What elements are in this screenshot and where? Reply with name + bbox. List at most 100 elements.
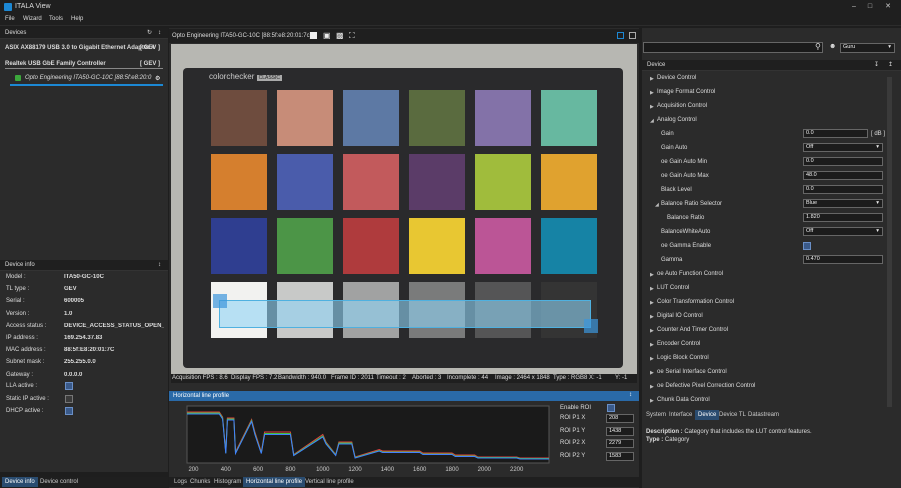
tab-vertical-profile[interactable]: Vertical line profile <box>302 477 357 487</box>
roi-field-input[interactable]: 1438 <box>606 426 634 436</box>
adapter-1[interactable]: ASIX AX88179 USB 3.0 to Gigabit Ethernet… <box>5 45 155 51</box>
feature-input[interactable]: 0.0 <box>803 129 868 138</box>
chevron-right-icon[interactable]: ▶ <box>650 286 654 292</box>
info-label: Serial : <box>6 298 25 305</box>
tab-device-tl[interactable]: Device TL <box>716 410 749 420</box>
feature-category[interactable]: Logic Block Control <box>657 355 709 361</box>
chevron-right-icon[interactable]: ▶ <box>650 90 654 96</box>
camera-image[interactable]: colorchecker CLASSIC <box>171 44 637 374</box>
check-box[interactable] <box>65 382 73 390</box>
feature-tree-scrollbar[interactable] <box>887 77 892 407</box>
feature-category[interactable]: Analog Control <box>657 117 697 123</box>
roi-field-input[interactable]: 1583 <box>606 451 634 461</box>
chevron-right-icon[interactable]: ▶ <box>650 356 654 362</box>
feature-input[interactable]: 1.820 <box>803 213 883 222</box>
check-box[interactable] <box>65 407 73 415</box>
chevron-right-icon[interactable]: ▶ <box>650 300 654 306</box>
roi-field-input[interactable]: 208 <box>606 414 634 423</box>
feature-category[interactable]: Counter And Timer Control <box>657 327 728 333</box>
feature-input[interactable]: 48.0 <box>803 171 883 180</box>
fullscreen-icon[interactable]: ⛶ <box>349 31 355 41</box>
info-value: 0.0.0.0 <box>64 371 83 378</box>
chevron-right-icon[interactable]: ▶ <box>650 384 654 390</box>
connect-icon[interactable]: ⚙ <box>155 75 160 82</box>
stop-icon[interactable] <box>310 32 317 39</box>
feature-category[interactable]: oe Serial Interface Control <box>657 369 727 375</box>
minimize-icon[interactable]: – <box>848 2 860 12</box>
single-view-icon[interactable] <box>617 32 624 39</box>
chevron-right-icon[interactable]: ▶ <box>650 76 654 82</box>
feature-input[interactable]: 0.0 <box>803 185 883 194</box>
chevron-right-icon[interactable]: ▶ <box>650 370 654 376</box>
chevron-right-icon[interactable]: ▶ <box>650 398 654 404</box>
feature-category[interactable]: Image Format Control <box>657 89 715 95</box>
adapter-2[interactable]: Realtek USB GbE Family Controller <box>5 61 106 67</box>
feature-input[interactable]: 0.0 <box>803 157 883 166</box>
chevron-right-icon[interactable]: ▶ <box>650 104 654 110</box>
pin-icon[interactable]: ↕ <box>629 392 632 398</box>
tab-datastream[interactable]: Datastream <box>745 410 782 420</box>
profile-header: Horizontal line profile ↕ <box>169 391 639 401</box>
roi-handle-p2[interactable] <box>584 319 598 333</box>
feature-category[interactable]: oe Defective Pixel Correction Control <box>657 383 755 389</box>
tab-chunks[interactable]: Chunks <box>187 477 213 487</box>
refresh-icon[interactable]: ↻ <box>147 28 152 39</box>
roi-field-input[interactable]: 2279 <box>606 439 634 448</box>
menu-tools[interactable]: Tools <box>49 16 63 22</box>
feature-category[interactable]: Encoder Control <box>657 341 700 347</box>
grid-view-icon[interactable] <box>629 32 636 39</box>
chevron-right-icon[interactable]: ▶ <box>650 328 654 334</box>
tab-device-info[interactable]: Device info <box>2 477 38 487</box>
snapshot-icon[interactable]: ▩ <box>336 31 344 40</box>
tab-horizontal-profile[interactable]: Horizontal line profile <box>243 477 306 487</box>
status-image: Image : 2464 x 1848 <box>495 375 550 381</box>
feature-category[interactable]: Digital IO Control <box>657 313 703 319</box>
roi-handle-p1[interactable] <box>213 294 227 308</box>
feature-select-value: Off <box>806 228 814 234</box>
chevron-right-icon[interactable]: ▶ <box>650 342 654 348</box>
roi-rectangle[interactable] <box>219 300 591 328</box>
tab-interface[interactable]: Interface <box>666 410 695 420</box>
feature-category[interactable]: LUT Control <box>657 285 689 291</box>
feature-search-input[interactable] <box>643 42 823 53</box>
chevron-down-icon: ▾ <box>876 144 879 150</box>
camera-status-icon <box>15 75 21 81</box>
feature-select[interactable]: Blue ▾ <box>803 199 883 208</box>
tab-device-control[interactable]: Device control <box>37 477 81 487</box>
chevron-down-icon[interactable]: ◢ <box>655 202 659 208</box>
status-disp-fps: Display FPS : 7.2 <box>231 375 278 381</box>
feature-category[interactable]: Chunk Data Control <box>657 397 710 403</box>
enable-roi-checkbox[interactable] <box>607 404 615 412</box>
menu-help[interactable]: Help <box>71 16 83 22</box>
check-box[interactable] <box>65 394 73 403</box>
menu-wizard[interactable]: Wizard <box>23 16 42 22</box>
color-patch <box>409 90 465 146</box>
feature-select-value: Off <box>806 144 814 150</box>
menu-file[interactable]: File <box>5 16 15 22</box>
pin-icon[interactable]: ↕ <box>158 28 161 39</box>
feature-category[interactable]: Device Control <box>657 75 696 81</box>
chevron-right-icon[interactable]: ▶ <box>650 272 654 278</box>
chevron-right-icon[interactable]: ▶ <box>650 314 654 320</box>
expand-icon[interactable]: ↧ <box>874 60 879 71</box>
search-icon[interactable]: ⚲ <box>815 42 821 51</box>
save-icon[interactable]: ▣ <box>323 31 331 40</box>
maximize-icon[interactable]: □ <box>864 2 876 12</box>
visibility-select[interactable]: Guru ▾ <box>840 43 895 53</box>
feature-select[interactable]: Off ▾ <box>803 143 883 152</box>
feature-checkbox[interactable] <box>803 242 811 250</box>
collapse-icon[interactable]: ↥ <box>888 60 893 71</box>
feature-label: Balance Ratio Selector <box>661 201 723 207</box>
tab-histogram[interactable]: Histogram <box>211 477 244 487</box>
camera-item[interactable]: Opto Engineering ITA50-GC-10C [88:5f:e8:… <box>25 75 151 81</box>
feature-category[interactable]: oe Auto Function Control <box>657 271 723 277</box>
feature-category[interactable]: Color Transformation Control <box>657 299 734 305</box>
device-info-title: Device info <box>5 262 35 268</box>
feature-category[interactable]: Acquisition Control <box>657 103 707 109</box>
pin-icon[interactable]: ↕ <box>158 260 161 271</box>
feature-select[interactable]: Off ▾ <box>803 227 883 236</box>
close-icon[interactable]: ✕ <box>882 2 894 12</box>
profile-title: Horizontal line profile <box>173 393 230 399</box>
feature-input[interactable]: 0.470 <box>803 255 883 264</box>
chevron-down-icon[interactable]: ◢ <box>650 118 654 124</box>
